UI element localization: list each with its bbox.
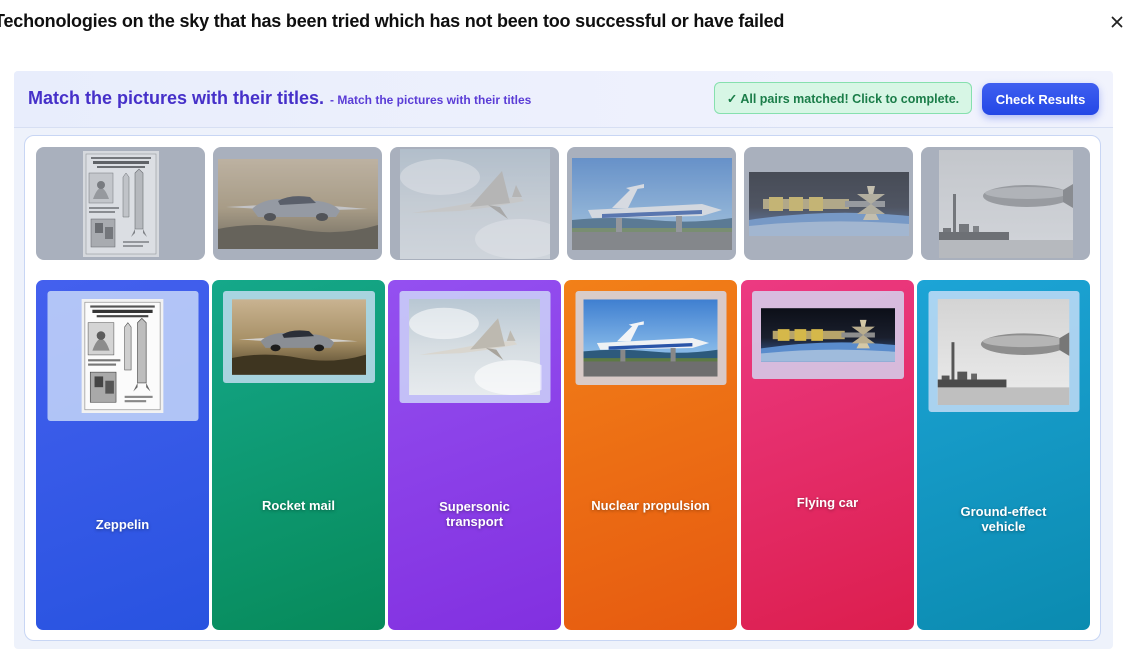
nuclear-spacecraft-image (749, 172, 909, 236)
title-card-supersonic-transport[interactable]: Supersonic transport (388, 280, 561, 630)
matching-panel: Match the pictures with their titles. - … (14, 71, 1113, 649)
title-card-ground-effect-vehicle[interactable]: Ground-effect vehicle (917, 280, 1090, 630)
supersonic-jet-image (400, 149, 550, 259)
drop-slot[interactable] (222, 291, 375, 383)
flying-car-image (218, 159, 378, 249)
picture-tile[interactable] (744, 147, 913, 260)
card-title: Flying car (796, 495, 859, 510)
drop-slot[interactable] (751, 291, 904, 379)
card-title: Supersonic transport (439, 499, 510, 529)
drop-slot[interactable] (575, 291, 726, 385)
nuclear-spacecraft-image (761, 307, 895, 363)
activity-heading: Match the pictures with their titles. (28, 88, 325, 108)
zeppelin-image (939, 150, 1073, 258)
activity-instructions: - Match the pictures with their titles (330, 93, 532, 107)
matching-board: Zeppelin Rocket mail Supersonic transpor… (24, 135, 1101, 641)
zeppelin-image (937, 299, 1071, 405)
picture-tile[interactable] (390, 147, 559, 260)
ground-effect-vehicle-image (572, 158, 732, 250)
picture-tile[interactable] (567, 147, 736, 260)
modal-title: Techonologies on the sky that has been t… (0, 11, 785, 31)
title-card-flying-car[interactable]: Flying car (741, 280, 914, 630)
title-card-rocket-mail[interactable]: Rocket mail (212, 280, 385, 630)
complete-status-button[interactable]: ✓ All pairs matched! Click to complete. (714, 82, 972, 114)
drop-slot[interactable] (399, 291, 550, 403)
close-icon (1111, 16, 1123, 28)
rocket-mail-poster-image (82, 299, 164, 413)
picture-tile[interactable] (921, 147, 1090, 260)
check-results-button[interactable]: Check Results (982, 83, 1099, 115)
supersonic-jet-image (408, 299, 542, 395)
card-title: Rocket mail (262, 498, 335, 513)
drop-slot[interactable] (47, 291, 198, 421)
drop-slot[interactable] (928, 291, 1079, 412)
panel-header: Match the pictures with their titles. - … (14, 71, 1113, 128)
picture-tile[interactable] (36, 147, 205, 260)
card-title: Ground-effect vehicle (960, 504, 1047, 534)
card-title: Nuclear propulsion (591, 498, 710, 513)
card-title: Zeppelin (95, 517, 150, 532)
activity-modal: Techonologies on the sky that has been t… (0, 0, 1135, 667)
picture-tile[interactable] (213, 147, 382, 260)
close-button[interactable] (1108, 12, 1126, 32)
ground-effect-vehicle-image (584, 299, 718, 377)
rocket-mail-poster-image (83, 151, 159, 257)
title-card-nuclear-propulsion[interactable]: Nuclear propulsion (564, 280, 737, 630)
title-card-zeppelin[interactable]: Zeppelin (36, 280, 209, 630)
flying-car-image (232, 299, 366, 375)
